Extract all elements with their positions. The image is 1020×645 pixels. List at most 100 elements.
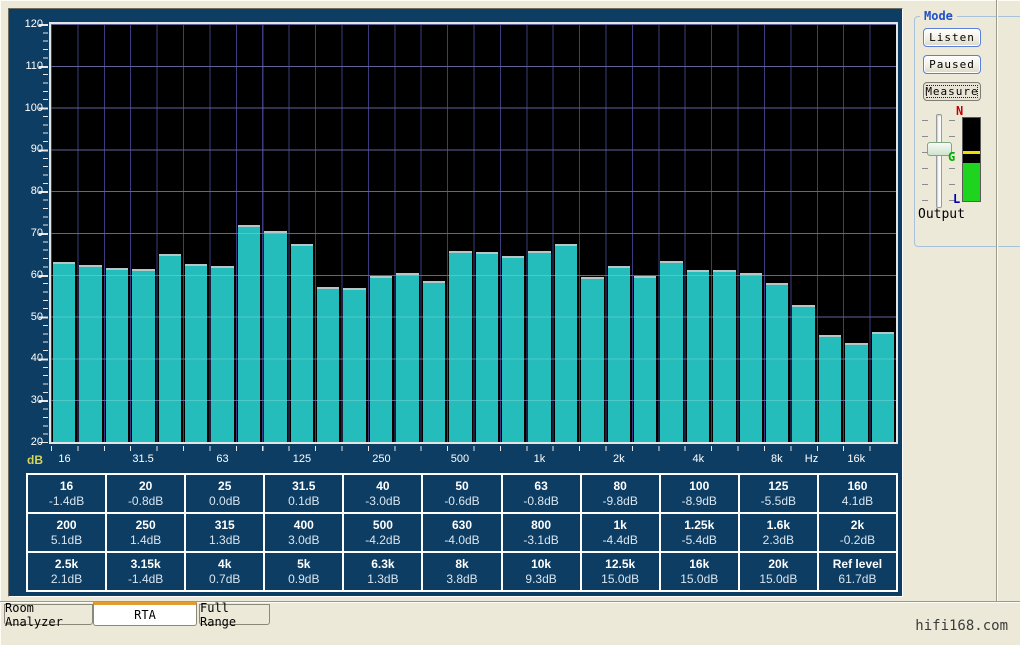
band-cell-1.25k: 1.25k-5.4dB [661, 514, 738, 551]
band-frequency: 31.5 [292, 479, 315, 494]
band-cell-ref-level: Ref level61.7dB [819, 553, 896, 590]
spectrum-bar-630 [474, 24, 500, 442]
listen-button[interactable]: Listen [923, 28, 981, 47]
x-tick-label-500: 500 [438, 453, 482, 465]
band-value: 15.0dB [759, 572, 797, 587]
spectrum-bar-400 [421, 24, 447, 442]
band-value: 1.3dB [367, 572, 398, 587]
band-cell-50: 50-0.6dB [423, 475, 500, 512]
bar-fill [106, 268, 128, 442]
tab-full-range[interactable]: Full Range [199, 604, 270, 625]
output-slider-track[interactable] [936, 114, 942, 208]
band-value: 3.0dB [288, 533, 319, 548]
band-frequency: 630 [452, 518, 472, 533]
band-frequency: 10k [531, 557, 551, 572]
band-frequency: 16 [60, 479, 73, 494]
y-tick-label-100: 100 [13, 102, 43, 114]
spectrum-bar-1.25k [553, 24, 579, 442]
band-value: 61.7dB [838, 572, 876, 587]
bar-fill [211, 266, 233, 442]
band-cell-400: 4003.0dB [265, 514, 342, 551]
spectrum-bar-2k [606, 24, 632, 442]
band-value: -3.0dB [365, 494, 400, 509]
y-tick-label-20: 20 [13, 436, 43, 448]
right-divider [996, 0, 997, 601]
band-cell-100: 100-8.9dB [661, 475, 738, 512]
band-value: -5.4dB [682, 533, 717, 548]
band-value: 0.9dB [288, 572, 319, 587]
spectrum-bar-40 [157, 24, 183, 442]
band-value: 2.1dB [51, 572, 82, 587]
band-value: 0.1dB [288, 494, 319, 509]
band-frequency: 1k [613, 518, 626, 533]
band-frequency: 20 [139, 479, 152, 494]
band-frequency: 25 [218, 479, 231, 494]
y-tick-label-30: 30 [13, 394, 43, 406]
bar-fill [660, 261, 682, 442]
x-tick-label-63: 63 [201, 453, 245, 465]
spectrum-plot [49, 22, 898, 444]
band-cell-1k: 1k-4.4dB [582, 514, 659, 551]
bar-fill [449, 251, 471, 442]
band-value: 15.0dB [680, 572, 718, 587]
x-tick-label-1k: 1k [517, 453, 561, 465]
spectrum-bar-31.5 [130, 24, 156, 442]
output-slider-ticks-left [922, 120, 928, 202]
rta-analyzer-window: { "colors": { "window_bg": "#ece9d8", "p… [0, 0, 1020, 645]
band-frequency: 16k [689, 557, 709, 572]
spectrum-bars [51, 24, 896, 442]
mode-groupbox-title: Mode [920, 9, 957, 23]
y-tick-label-110: 110 [13, 60, 43, 72]
band-frequency: 20k [768, 557, 788, 572]
analyzer-panel: 1201101009080706050403020 dB 1631.563125… [8, 8, 903, 597]
band-frequency: 63 [534, 479, 547, 494]
y-tick-label-90: 90 [13, 143, 43, 155]
spectrum-bar-50 [183, 24, 209, 442]
band-frequency: 500 [373, 518, 393, 533]
x-tick-label-125: 125 [280, 453, 324, 465]
spectrum-bar-16 [51, 24, 77, 442]
band-value: 1.3dB [209, 533, 240, 548]
band-frequency: 8k [455, 557, 468, 572]
band-frequency: 5k [297, 557, 310, 572]
y-tick-label-60: 60 [13, 269, 43, 281]
x-tick-label-16k: 16k [834, 453, 878, 465]
band-cell-8k: 8k3.8dB [423, 553, 500, 590]
band-cell-200: 2005.1dB [28, 514, 105, 551]
meter-marker-l: L [953, 192, 960, 206]
bar-fill [291, 244, 313, 442]
band-cell-5k: 5k0.9dB [265, 553, 342, 590]
band-value: 9.3dB [525, 572, 556, 587]
band-cell-20k: 20k15.0dB [740, 553, 817, 590]
spectrum-bar-1.6k [579, 24, 605, 442]
band-frequency: 4k [218, 557, 231, 572]
band-cell-31.5: 31.50.1dB [265, 475, 342, 512]
band-frequency: 100 [689, 479, 709, 494]
bar-fill [502, 256, 524, 442]
tab-rta[interactable]: RTA [93, 602, 197, 626]
spectrum-bar-6.3k [738, 24, 764, 442]
bar-fill [819, 335, 841, 442]
band-frequency: 12.5k [605, 557, 635, 572]
band-value: -0.8dB [523, 494, 558, 509]
paused-button[interactable]: Paused [923, 55, 981, 74]
meter-marker-g: G [948, 150, 955, 164]
band-value: -0.8dB [128, 494, 163, 509]
meter-green-segment [963, 163, 980, 201]
spectrum-bar-8k [764, 24, 790, 442]
band-value: 2.3dB [763, 533, 794, 548]
y-tick-label-70: 70 [13, 227, 43, 239]
spectrum-bar-200 [341, 24, 367, 442]
bar-fill [555, 244, 577, 442]
bar-fill [238, 225, 260, 442]
tab-room-analyzer[interactable]: Room Analyzer [4, 604, 93, 625]
band-cell-16k: 16k15.0dB [661, 553, 738, 590]
band-cell-2k: 2k-0.2dB [819, 514, 896, 551]
x-tick-label-4k: 4k [676, 453, 720, 465]
band-value: -4.2dB [365, 533, 400, 548]
measure-button[interactable]: Measure [923, 82, 981, 101]
spectrum-bar-10k [790, 24, 816, 442]
meter-marker-n: N [956, 104, 963, 118]
spectrum-bar-5k [711, 24, 737, 442]
band-value: -3.1dB [523, 533, 558, 548]
